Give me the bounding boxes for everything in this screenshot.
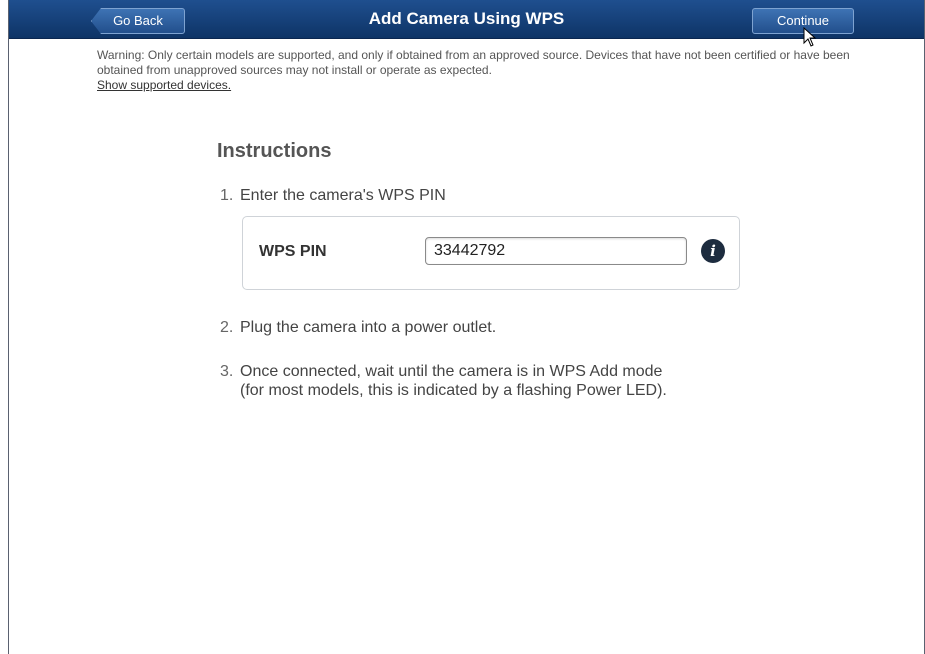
step-text-line-1: Once connected, wait until the camera is… <box>240 363 663 380</box>
info-icon[interactable]: i <box>701 239 725 263</box>
step-text: Plug the camera into a power outlet. <box>240 319 497 336</box>
top-bar: Add Camera Using WPS Go Back Continue <box>9 0 924 39</box>
step-number: 2. <box>220 319 234 336</box>
step-number: 1. <box>220 187 234 204</box>
app-window: Add Camera Using WPS Go Back Continue Wa… <box>8 0 925 654</box>
instruction-step-1: 1. Enter the camera's WPS PIN <box>220 186 446 205</box>
go-back-button[interactable]: Go Back <box>91 8 185 34</box>
step-text: Once connected, wait until the camera is… <box>240 362 667 400</box>
warning-notice: Warning: Only certain models are support… <box>97 48 857 93</box>
warning-text: Warning: Only certain models are support… <box>97 48 850 77</box>
mouse-pointer-icon <box>803 27 817 47</box>
instruction-step-3: 3. Once connected, wait until the camera … <box>220 362 667 400</box>
wps-pin-label: WPS PIN <box>259 243 327 260</box>
instructions-heading: Instructions <box>217 140 332 162</box>
step-text-line-2: (for most models, this is indicated by a… <box>240 382 667 399</box>
show-supported-devices-link[interactable]: Show supported devices. <box>97 78 857 93</box>
instruction-step-2: 2. Plug the camera into a power outlet. <box>220 318 496 337</box>
step-text: Enter the camera's WPS PIN <box>240 187 446 204</box>
wps-pin-input[interactable] <box>425 237 687 265</box>
step-number: 3. <box>220 363 234 380</box>
wps-pin-panel: WPS PIN i <box>242 216 740 290</box>
